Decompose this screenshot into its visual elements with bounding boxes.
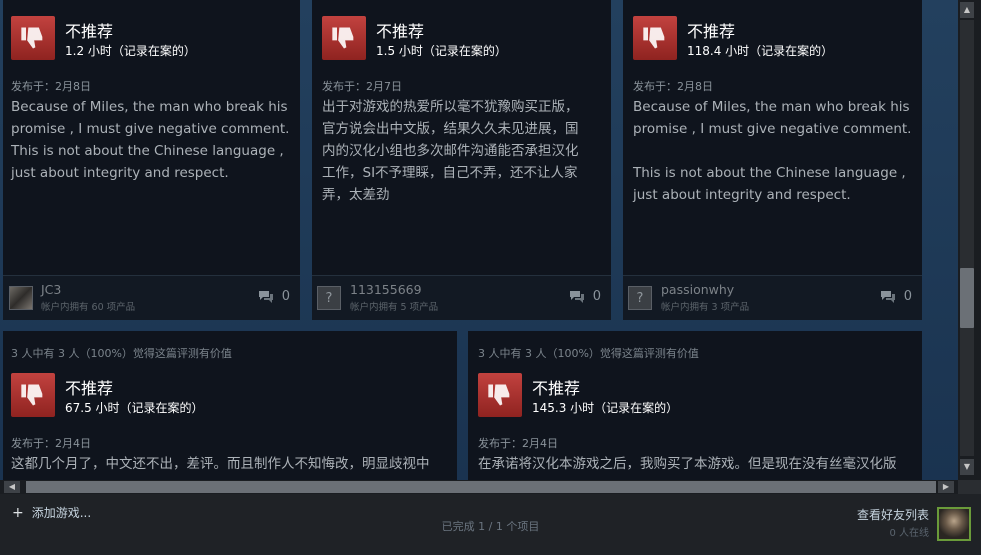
review-hours: 67.5 小时（记录在案的） (65, 401, 204, 415)
review-hours: 1.5 小时（记录在案的） (376, 44, 507, 58)
comments-count[interactable]: 0 (880, 289, 912, 304)
bottom-bar: + 添加游戏... 已完成 1 / 1 个项目 查看好友列表 0 人在线 (0, 494, 981, 555)
horizontal-scroll-thumb[interactable] (26, 481, 936, 493)
thumbs-down-icon (633, 16, 677, 60)
review-content: 这都几个月了，中文还不出，差评。而且制作人不知悔改，明显歧视中 (11, 456, 430, 472)
scrollbar-corner (958, 480, 981, 494)
vertical-scrollbar[interactable]: ▲ ▼ (958, 0, 981, 480)
thumbs-down-icon (11, 16, 55, 60)
scroll-thumb[interactable] (960, 268, 974, 328)
review-posted-date: 发布于：2月8日 (11, 80, 91, 93)
review-verdict: 不推荐 (376, 22, 425, 41)
friends-list-button[interactable]: 查看好友列表 0 人在线 (857, 506, 929, 539)
thumbs-down-icon (322, 16, 366, 60)
author-products-owned: 帐户内拥有 3 项产品 (661, 302, 750, 313)
review-content: 在承诺将汉化本游戏之后，我购买了本游戏。但是现在没有丝毫汉化版 (478, 456, 897, 472)
review-verdict: 不推荐 (532, 379, 581, 398)
review-footer: ? passionwhy 帐户内拥有 3 项产品 0 (623, 275, 922, 320)
review-verdict: 不推荐 (65, 379, 114, 398)
comment-icon (880, 290, 895, 303)
review-card[interactable]: 不推荐 1.2 小时（记录在案的） 发布于：2月8日 Because of Mi… (3, 0, 300, 320)
reviews-viewport: 不推荐 1.2 小时（记录在案的） 发布于：2月8日 Because of Mi… (0, 0, 958, 480)
author-products-owned: 帐户内拥有 60 项产品 (41, 302, 136, 313)
comments-count-value: 0 (281, 289, 290, 304)
review-card[interactable]: 不推荐 118.4 小时（记录在案的） 发布于：2月8日 Because of … (623, 0, 922, 320)
user-avatar[interactable] (937, 507, 971, 541)
review-card[interactable]: 3 人中有 3 人（100%）觉得这篇评测有价值 不推荐 67.5 小时（记录在… (3, 331, 457, 480)
scroll-down-button[interactable]: ▼ (960, 459, 974, 475)
friends-online-count: 0 人在线 (889, 528, 929, 539)
review-hours: 118.4 小时（记录在案的） (687, 44, 834, 58)
avatar[interactable] (9, 286, 33, 310)
review-content: Because of Miles, the man who break his … (633, 99, 912, 203)
comments-count-value: 0 (903, 289, 912, 304)
review-posted-date: 发布于：2月4日 (11, 437, 91, 450)
comments-count[interactable]: 0 (258, 289, 290, 304)
review-verdict: 不推荐 (687, 22, 736, 41)
review-helpful-count: 3 人中有 3 人（100%）觉得这篇评测有价值 (478, 347, 699, 360)
review-verdict: 不推荐 (65, 22, 114, 41)
avatar[interactable]: ? (317, 286, 341, 310)
review-card[interactable]: 不推荐 1.5 小时（记录在案的） 发布于：2月7日 出于对游戏的热爱所以毫不犹… (312, 0, 611, 320)
review-posted-date: 发布于：2月8日 (633, 80, 713, 93)
thumbs-down-icon (11, 373, 55, 417)
comments-count[interactable]: 0 (569, 289, 601, 304)
review-posted-date: 发布于：2月4日 (478, 437, 558, 450)
horizontal-scrollbar[interactable]: ◀ ▶ (0, 480, 958, 494)
review-author[interactable]: 113155669 (350, 282, 422, 297)
thumbs-down-icon (478, 373, 522, 417)
review-content: Because of Miles, the man who break his … (11, 99, 290, 181)
scroll-right-button[interactable]: ▶ (938, 481, 954, 493)
review-helpful-count: 3 人中有 3 人（100%）觉得这篇评测有价值 (11, 347, 232, 360)
scroll-left-button[interactable]: ◀ (4, 481, 20, 493)
review-hours: 1.2 小时（记录在案的） (65, 44, 196, 58)
download-status[interactable]: 已完成 1 / 1 个项目 (0, 518, 981, 534)
scroll-track[interactable] (960, 20, 974, 456)
review-posted-date: 发布于：2月7日 (322, 80, 402, 93)
review-hours: 145.3 小时（记录在案的） (532, 401, 679, 415)
review-card[interactable]: 3 人中有 3 人（100%）觉得这篇评测有价值 不推荐 145.3 小时（记录… (468, 331, 922, 480)
comment-icon (569, 290, 584, 303)
review-footer: ? 113155669 帐户内拥有 5 项产品 0 (312, 275, 611, 320)
review-content: 出于对游戏的热爱所以毫不犹豫购买正版， 官方说会出中文版，结果久久未见进展，国 … (322, 99, 579, 203)
review-author[interactable]: JC3 (41, 282, 61, 297)
review-author[interactable]: passionwhy (661, 282, 734, 297)
avatar[interactable]: ? (628, 286, 652, 310)
comments-count-value: 0 (592, 289, 601, 304)
comment-icon (258, 290, 273, 303)
author-products-owned: 帐户内拥有 5 项产品 (350, 302, 439, 313)
review-footer: JC3 帐户内拥有 60 项产品 0 (3, 275, 300, 320)
friends-list-label: 查看好友列表 (856, 508, 929, 522)
scroll-up-button[interactable]: ▲ (960, 2, 974, 18)
